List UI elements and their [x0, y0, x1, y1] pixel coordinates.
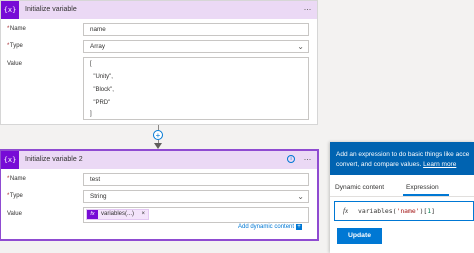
value-line: "Block", — [90, 87, 114, 93]
tab-dynamic-content[interactable]: Dynamic content — [335, 184, 384, 191]
add-dynamic-content-link[interactable]: Add dynamic content + — [238, 224, 303, 230]
value-line: ] — [90, 111, 92, 117]
value-label: Value — [7, 211, 22, 217]
variable-icon: {x} — [1, 1, 19, 19]
value-line: [ — [90, 61, 92, 67]
chevron-down-icon: ⌄ — [297, 42, 304, 51]
remove-token-icon[interactable]: × — [142, 210, 146, 219]
chevron-down-icon: ⌄ — [297, 192, 304, 201]
type-select[interactable]: Array ⌄ — [83, 40, 309, 53]
update-button[interactable]: Update — [337, 228, 382, 244]
card-header[interactable]: {x} Initialize variable 2 ··· — [1, 151, 317, 169]
card-title: Initialize variable — [25, 6, 77, 13]
name-input[interactable]: test — [83, 173, 309, 186]
value-label: Value — [7, 61, 22, 67]
type-select[interactable]: String ⌄ — [83, 190, 309, 203]
more-options-icon[interactable]: ··· — [304, 151, 312, 167]
type-label: * Type — [7, 193, 23, 199]
card-header[interactable]: {x} Initialize variable ··· — [1, 1, 317, 19]
type-label: * Type — [7, 43, 23, 49]
expression-input[interactable]: fx variables('name')[1] — [334, 201, 474, 221]
token-label: variables(...) — [101, 211, 135, 217]
learn-more-link[interactable]: Learn more — [423, 161, 456, 168]
divider — [330, 196, 474, 197]
value-line: "PRD" — [90, 100, 111, 106]
value-line: "Unity", — [90, 74, 113, 80]
expression-text: variables('name')[1] — [358, 207, 435, 215]
name-input[interactable]: name — [83, 23, 309, 36]
more-options-icon[interactable]: ··· — [304, 1, 312, 17]
initialize-variable-card: {x} Initialize variable ··· * Name name … — [0, 0, 318, 125]
value-textarea[interactable]: [ "Unity", "Block", "PRD" ] — [83, 57, 309, 120]
function-icon: fx — [87, 210, 98, 219]
panel-description: Add an expression to do basic things lik… — [336, 151, 470, 158]
name-label: * Name — [7, 26, 26, 32]
insert-step-button[interactable]: + — [153, 130, 163, 140]
panel-description: convert, and compare values. — [336, 161, 422, 168]
tab-expression[interactable]: Expression — [406, 184, 439, 191]
function-icon: fx — [343, 207, 349, 215]
name-label: * Name — [7, 176, 26, 182]
info-icon[interactable]: i — [287, 155, 295, 163]
variable-icon: {x} — [1, 151, 19, 169]
card-title: Initialize variable 2 — [25, 156, 83, 163]
expression-token[interactable]: fx variables(...) × — [86, 209, 150, 220]
plus-icon: + — [296, 224, 303, 230]
arrow-down-icon — [154, 143, 162, 149]
panel-header: Add an expression to do basic things lik… — [330, 142, 474, 175]
